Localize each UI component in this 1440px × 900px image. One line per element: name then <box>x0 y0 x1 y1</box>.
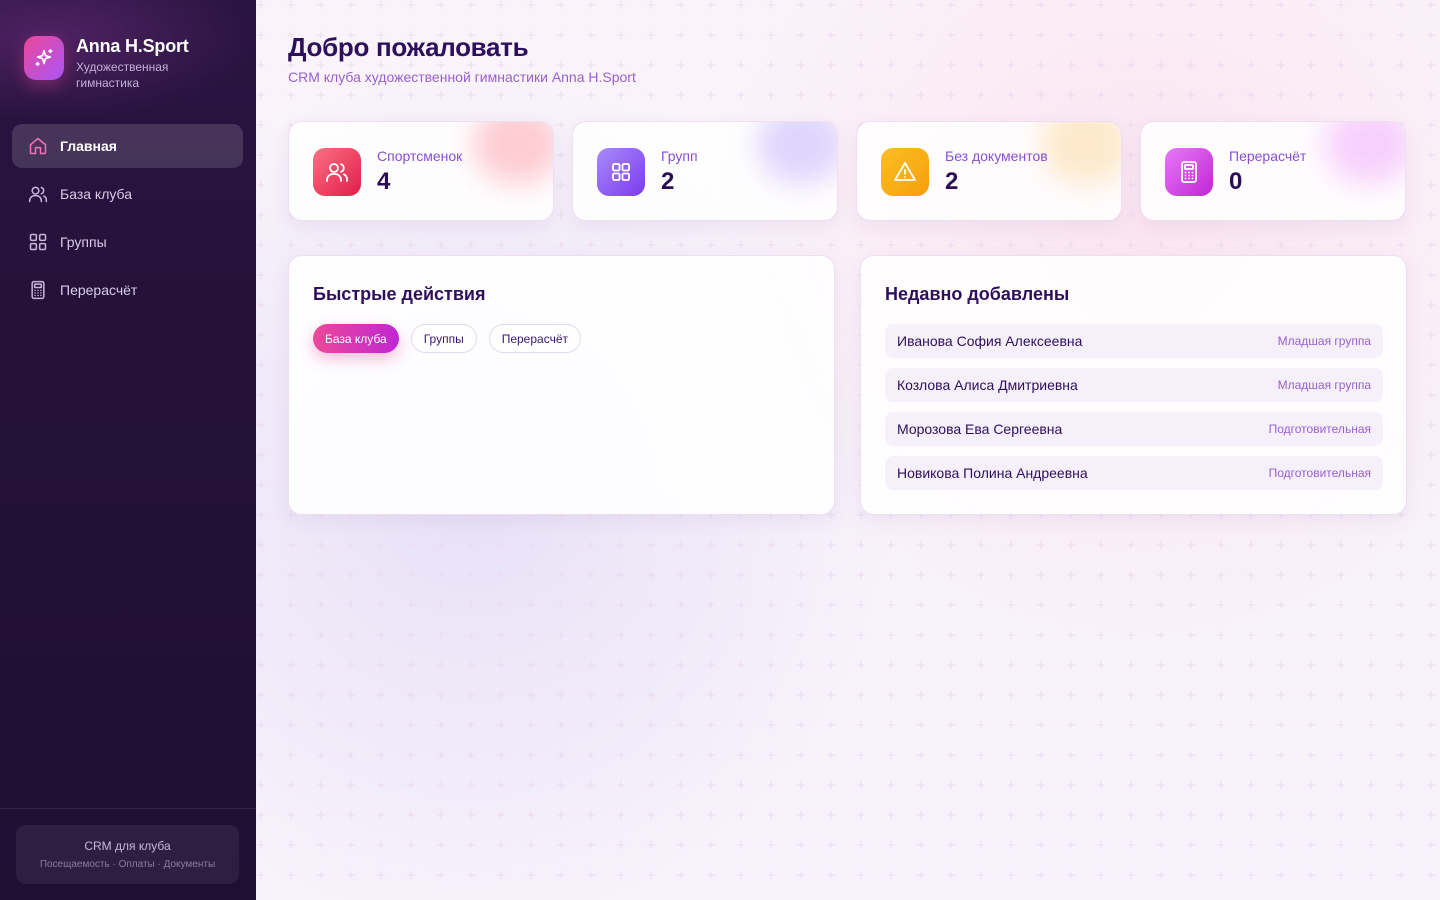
stat-label: Групп <box>661 148 698 164</box>
sidebar-item-label: Перерасчёт <box>60 282 138 298</box>
list-item[interactable]: Иванова София Алексеевна Младшая группа <box>885 324 1383 358</box>
list-item[interactable]: Морозова Ева Сергеевна Подготовительная <box>885 412 1383 446</box>
page-subtitle: CRM клуба художественной гимнастики Anna… <box>288 69 636 85</box>
athlete-name: Козлова Алиса Дмитриевна <box>897 377 1078 393</box>
users-icon <box>313 148 361 196</box>
sidebar-item-groups[interactable]: Группы <box>12 220 243 264</box>
stat-card-athletes[interactable]: Спортсменок 4 <box>288 121 554 221</box>
sparkles-icon <box>24 36 64 80</box>
sidebar-nav: Главная База клуба Группы Перерасчёт <box>12 124 243 316</box>
stat-glow <box>1325 122 1405 184</box>
stat-value: 0 <box>1229 168 1243 195</box>
sidebar-item-label: Группы <box>60 234 107 250</box>
users-icon <box>28 184 48 204</box>
sidebar-item-recalculation[interactable]: Перерасчёт <box>12 268 243 312</box>
sidebar-item-club-base[interactable]: База клуба <box>12 172 243 216</box>
page-title: Добро пожаловать <box>288 32 529 62</box>
list-item[interactable]: Новикова Полина Андреевна Подготовительн… <box>885 456 1383 490</box>
stat-card-no-documents[interactable]: Без документов 2 <box>856 121 1122 221</box>
home-icon <box>28 136 48 156</box>
athlete-group: Подготовительная <box>1268 466 1371 480</box>
main-content: Добро пожаловать CRM клуба художественно… <box>256 0 1440 900</box>
list-item[interactable]: Козлова Алиса Дмитриевна Младшая группа <box>885 368 1383 402</box>
calculator-icon <box>1165 148 1213 196</box>
athlete-group: Подготовительная <box>1268 422 1371 436</box>
brand-title: Anna H.Sport <box>76 36 189 56</box>
calculator-icon <box>28 280 48 300</box>
stat-value: 2 <box>661 168 675 195</box>
sidebar-item-home[interactable]: Главная <box>12 124 243 168</box>
brand-subtitle: Художественная гимнастика <box>76 60 169 90</box>
footer-subtitle: Посещаемость · Оплаты · Документы <box>39 859 216 870</box>
sidebar-divider <box>0 808 256 809</box>
grid-icon <box>28 232 48 252</box>
stat-label: Без документов <box>945 148 1048 164</box>
warning-icon <box>881 148 929 196</box>
recent-list: Иванова София Алексеевна Младшая группа … <box>885 324 1383 500</box>
recalculation-button[interactable]: Перерасчёт <box>488 324 581 353</box>
groups-button[interactable]: Группы <box>410 324 477 353</box>
stat-glow <box>757 122 837 184</box>
quick-actions-panel: Быстрые действия База клуба Группы Перер… <box>288 255 835 515</box>
stat-card-groups[interactable]: Групп 2 <box>572 121 838 221</box>
club-base-button[interactable]: База клуба <box>313 324 399 353</box>
sidebar-item-label: Главная <box>60 138 117 154</box>
sidebar: Anna H.Sport Художественная гимнастика Г… <box>0 0 256 900</box>
stat-label: Спортсменок <box>377 148 463 164</box>
stat-card-recalculation[interactable]: Перерасчёт 0 <box>1140 121 1406 221</box>
sidebar-footer-card: CRM для клуба Посещаемость · Оплаты · До… <box>16 825 239 884</box>
athlete-group: Младшая группа <box>1277 334 1371 348</box>
stat-value: 4 <box>377 168 391 195</box>
recent-title: Недавно добавлены <box>885 284 1070 304</box>
quick-actions-title: Быстрые действия <box>313 284 486 304</box>
brand[interactable]: Anna H.Sport Художественная гимнастика <box>24 36 206 91</box>
athlete-group: Младшая группа <box>1277 378 1371 392</box>
athlete-name: Морозова Ева Сергеевна <box>897 421 1063 437</box>
stat-glow <box>473 122 553 184</box>
stat-label: Перерасчёт <box>1229 148 1307 164</box>
sidebar-item-label: База клуба <box>60 186 133 202</box>
grid-icon <box>597 148 645 196</box>
athlete-name: Новикова Полина Андреевна <box>897 465 1088 481</box>
stat-value: 2 <box>945 168 959 195</box>
recent-panel: Недавно добавлены Иванова София Алексеев… <box>860 255 1407 515</box>
athlete-name: Иванова София Алексеевна <box>897 333 1083 349</box>
stat-glow <box>1041 122 1121 184</box>
footer-title: CRM для клуба <box>84 839 171 853</box>
quick-actions-buttons: База клуба Группы Перерасчёт <box>313 324 581 353</box>
